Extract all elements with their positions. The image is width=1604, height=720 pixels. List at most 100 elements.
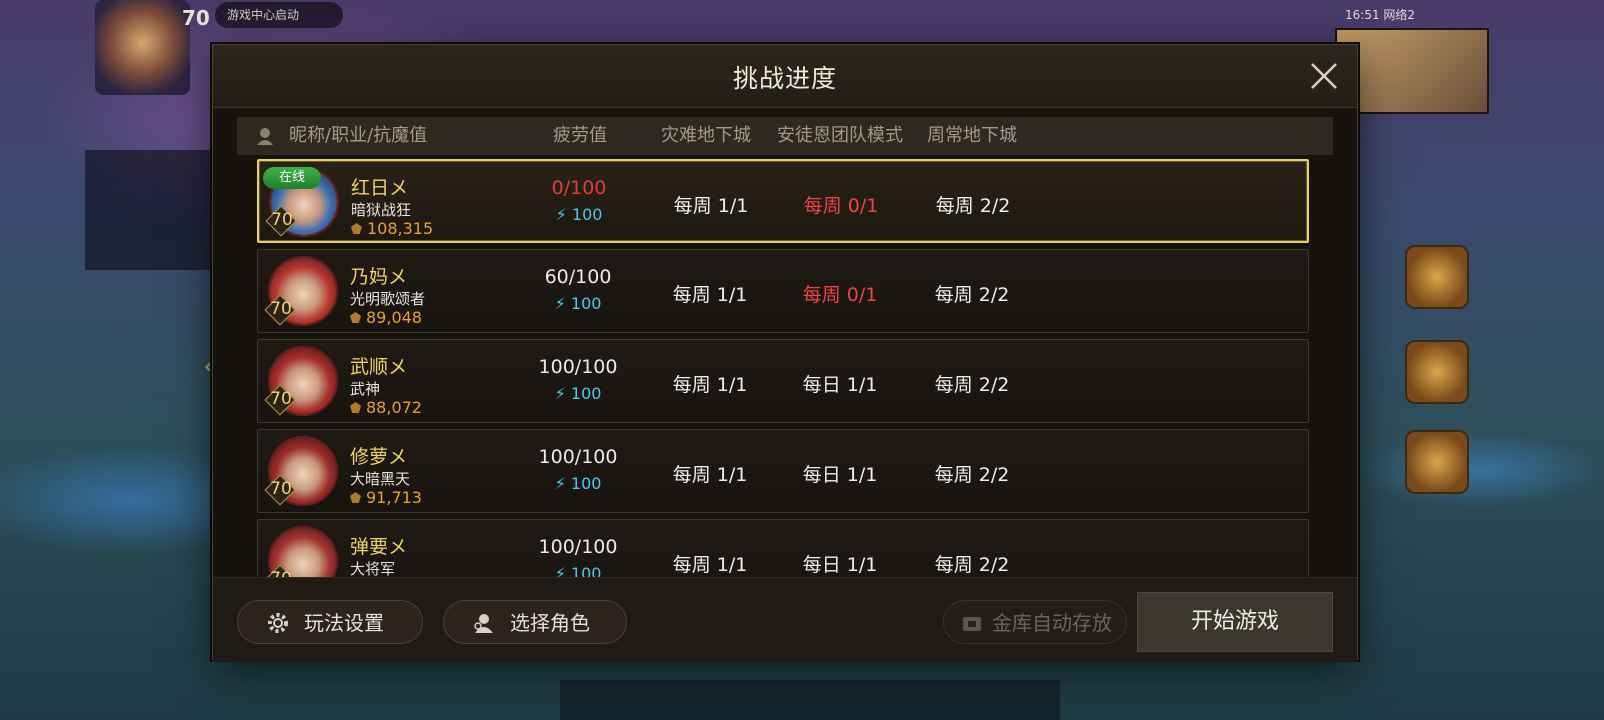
- anton-raid-progress: 每日 1/1: [802, 374, 878, 396]
- gear-icon: [268, 613, 288, 633]
- play-settings-label: 玩法设置: [304, 611, 384, 635]
- status-bar: 16:51 网络2: [1345, 8, 1416, 22]
- anti-magic-icon: [351, 223, 362, 234]
- character-level: 70: [270, 389, 292, 409]
- energy-number: 100: [570, 384, 602, 403]
- character-list[interactable]: 在线 70 红日メ 暗狱战狂 108,315 0/100 ⚡ 100 每周 1/…: [257, 159, 1313, 577]
- character-power: 89,048: [350, 308, 422, 327]
- fatigue-value: 100/100: [538, 356, 618, 378]
- column-header: 昵称/职业/抗魔值 疲劳值 灾难地下城 安徒恩团队模式 周常地下城: [237, 117, 1333, 155]
- dialog-title: 挑战进度: [732, 64, 837, 93]
- menu-icon[interactable]: [1405, 340, 1469, 404]
- column-weekly-dungeon: 周常地下城: [927, 125, 1017, 146]
- energy-number: 100: [570, 474, 602, 493]
- menu-icon[interactable]: [1405, 245, 1469, 309]
- anton-raid-progress: 每周 0/1: [802, 284, 878, 306]
- character-name: 修萝メ: [350, 446, 408, 468]
- character-row[interactable]: 70 武顺メ 武神 88,072 100/100 ⚡ 100 每周 1/1 每日…: [257, 339, 1309, 423]
- fatigue-value: 60/100: [544, 266, 612, 288]
- weekly-dungeon-progress: 每周 2/2: [934, 554, 1010, 576]
- disaster-dungeon-progress: 每周 1/1: [673, 195, 749, 217]
- vault-auto-store-label: 金库自动存放: [992, 611, 1112, 635]
- fatigue-value: 0/100: [551, 177, 607, 199]
- character-row[interactable]: 在线 70 红日メ 暗狱战狂 108,315 0/100 ⚡ 100 每周 1/…: [257, 159, 1309, 243]
- weekly-dungeon-progress: 每周 2/2: [935, 195, 1011, 217]
- anti-magic-icon: [350, 402, 361, 413]
- character-icon: [257, 128, 273, 145]
- bottom-menu-bar[interactable]: [560, 680, 1060, 720]
- player-avatar[interactable]: [95, 0, 190, 95]
- energy-value: ⚡ 100: [529, 205, 629, 224]
- weekly-dungeon-progress: 每周 2/2: [934, 374, 1010, 396]
- select-character-label: 选择角色: [510, 611, 590, 635]
- character-level: 70: [266, 569, 296, 577]
- vault-auto-store-button[interactable]: 金库自动存放: [943, 600, 1127, 644]
- energy-value: ⚡ 100: [528, 384, 628, 403]
- character-job: 大将军: [350, 560, 396, 577]
- level-badge: 70: [264, 294, 296, 326]
- power-value: 89,048: [366, 308, 422, 327]
- anton-raid-progress: 每日 1/1: [802, 464, 878, 486]
- character-level: 70: [270, 299, 292, 319]
- disaster-dungeon-progress: 每周 1/1: [672, 464, 748, 486]
- weekly-dungeon-progress: 每周 2/2: [934, 464, 1010, 486]
- character-level: 70: [270, 479, 292, 499]
- character-name: 武顺メ: [350, 356, 408, 378]
- challenge-progress-dialog: 挑战进度 昵称/职业/抗魔值 疲劳值 灾难地下城 安徒恩团队模式 周常地下城 在…: [212, 44, 1358, 662]
- anti-magic-icon: [350, 492, 361, 503]
- fatigue-value: 100/100: [538, 446, 618, 468]
- character-name: 乃妈メ: [350, 266, 408, 288]
- character-row[interactable]: 70 修萝メ 大暗黑天 91,713 100/100 ⚡ 100 每周 1/1 …: [257, 429, 1309, 513]
- menu-icon[interactable]: [1405, 430, 1469, 494]
- column-anton-raid: 安徒恩团队模式: [777, 125, 903, 146]
- player-level: 70: [182, 6, 210, 30]
- character-job: 暗狱战狂: [351, 201, 412, 219]
- disaster-dungeon-progress: 每周 1/1: [672, 284, 748, 306]
- dialog-header: 挑战进度: [213, 45, 1357, 108]
- lightning-icon: ⚡: [554, 384, 566, 403]
- energy-number: 100: [570, 294, 602, 313]
- character-level: 70: [271, 210, 293, 230]
- game-center-pill[interactable]: 游戏中心启动: [215, 2, 343, 28]
- quest-tracker[interactable]: [85, 150, 215, 270]
- lightning-icon: ⚡: [554, 294, 566, 313]
- lightning-icon: ⚡: [555, 205, 567, 224]
- character-power: 88,072: [350, 398, 422, 417]
- character-row[interactable]: 70 乃妈メ 光明歌颂者 89,048 60/100 ⚡ 100 每周 1/1 …: [257, 249, 1309, 333]
- character-name: 弹要メ: [350, 536, 408, 558]
- play-settings-button[interactable]: 玩法设置: [237, 600, 423, 644]
- energy-value: ⚡ 100: [528, 564, 628, 577]
- dialog-footer: 玩法设置 选择角色 金库自动存放 开始游戏: [213, 577, 1357, 662]
- vault-icon: [963, 617, 981, 631]
- energy-value: ⚡ 100: [528, 474, 628, 493]
- character-job: 大暗黑天: [350, 470, 411, 488]
- character-job: 武神: [350, 380, 381, 398]
- anton-raid-progress: 每日 1/1: [802, 554, 878, 576]
- anti-magic-icon: [350, 312, 361, 323]
- level-badge: 70: [264, 564, 296, 577]
- power-value: 91,713: [366, 488, 422, 507]
- level-badge: 70: [264, 384, 296, 416]
- start-game-button[interactable]: 开始游戏: [1137, 592, 1333, 652]
- character-job: 光明歌颂者: [350, 290, 426, 308]
- fatigue-value: 100/100: [538, 536, 618, 558]
- minimap[interactable]: [1335, 28, 1489, 114]
- select-character-button[interactable]: 选择角色: [443, 600, 627, 644]
- weekly-dungeon-progress: 每周 2/2: [934, 284, 1010, 306]
- lightning-icon: ⚡: [554, 564, 566, 577]
- column-name: 昵称/职业/抗魔值: [289, 125, 428, 146]
- power-value: 88,072: [366, 398, 422, 417]
- character-row[interactable]: 70 弹要メ 大将军 100/100 ⚡ 100 每周 1/1 每日 1/1 每…: [257, 519, 1309, 577]
- anton-raid-progress: 每周 0/1: [803, 195, 879, 217]
- energy-number: 100: [570, 564, 602, 577]
- close-icon[interactable]: [1307, 59, 1341, 93]
- character-power: 108,315: [351, 219, 433, 238]
- power-value: 108,315: [367, 219, 434, 238]
- column-disaster-dungeon: 灾难地下城: [661, 125, 751, 146]
- level-badge: 70: [264, 474, 296, 506]
- disaster-dungeon-progress: 每周 1/1: [672, 554, 748, 576]
- character-select-icon: [474, 614, 493, 633]
- level-badge: 70: [265, 205, 297, 237]
- online-badge: 在线: [263, 167, 321, 189]
- disaster-dungeon-progress: 每周 1/1: [672, 374, 748, 396]
